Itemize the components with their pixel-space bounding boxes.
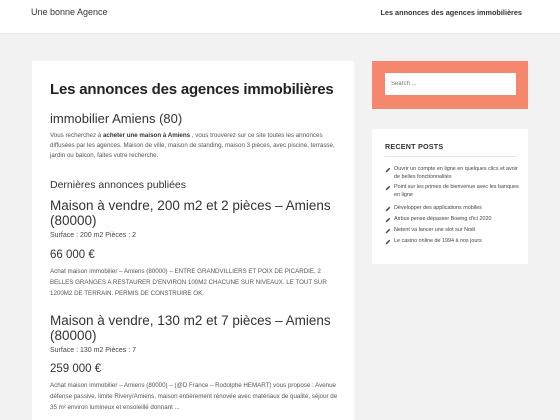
- recent-post-link[interactable]: Développer des applications mobiles: [385, 205, 519, 213]
- search-input[interactable]: [385, 73, 516, 95]
- recent-post-link[interactable]: Le casino online de 1994 à nos jours: [385, 238, 519, 246]
- pencil-icon: [385, 185, 391, 191]
- pencil-icon: [385, 239, 391, 245]
- listing-price: 259 000 €: [50, 363, 102, 375]
- divider: [385, 156, 516, 157]
- listing-description: Achat maison immobilier – Amiens (80000)…: [50, 382, 338, 411]
- intro-text-before: Vous recherchez à: [50, 132, 102, 139]
- recent-posts-heading: RECENT POSTS: [385, 142, 444, 151]
- pencil-icon: [385, 228, 391, 234]
- pencil-icon: [385, 217, 391, 223]
- search-widget: [372, 61, 528, 109]
- recent-post-label: Le casino online de 1994 à nos jours: [394, 238, 482, 244]
- listing-description: Achat maison immobilier – Amiens (80000)…: [50, 268, 327, 297]
- latest-listings-heading: Dernières annonces publiées: [50, 179, 187, 191]
- listing-price: 66 000 €: [50, 249, 95, 261]
- listing-surface: Surface : 200 m2 Pièces : 2: [50, 232, 136, 239]
- recent-post-label: Airbus pense dépasser Boeing d'ici 2020: [394, 216, 492, 222]
- pencil-icon: [385, 206, 391, 212]
- main-content: Les annonces des agences immobilières im…: [32, 61, 354, 420]
- listing-title[interactable]: Maison à vendre, 130 m2 et 7 pièces – Am…: [50, 313, 340, 343]
- intro-paragraph: Vous recherchez à acheter une maison à A…: [50, 131, 342, 161]
- site-title-link[interactable]: Une bonne Agence: [31, 7, 108, 17]
- nav-link-annonces[interactable]: Les annonces des agences immobilières: [380, 8, 522, 17]
- recent-post-link[interactable]: Ouvrir un compte en ligne en quelques cl…: [385, 166, 519, 181]
- city-heading: immobilier Amiens (80): [50, 111, 183, 126]
- recent-post-label: Point sur les primes de bienvenue avec l…: [394, 184, 519, 198]
- pencil-icon: [385, 167, 391, 173]
- recent-post-link[interactable]: Airbus pense dépasser Boeing d'ici 2020: [385, 216, 519, 224]
- recent-post-link[interactable]: Netent va lancer une slot sur Noël: [385, 227, 519, 235]
- recent-posts-widget: RECENT POSTS Ouvrir un compte en ligne e…: [372, 129, 528, 264]
- recent-post-link[interactable]: Point sur les primes de bienvenue avec l…: [385, 184, 519, 199]
- recent-post-label: Développer des applications mobiles: [394, 205, 482, 211]
- top-header: Une bonne Agence Les annonces des agence…: [0, 0, 560, 34]
- listing-surface: Surface : 130 m2 Pièces : 7: [50, 347, 136, 354]
- recent-post-label: Ouvrir un compte en ligne en quelques cl…: [394, 166, 518, 180]
- listing-title[interactable]: Maison à vendre, 200 m2 et 2 pièces – Am…: [50, 198, 340, 228]
- recent-post-label: Netent va lancer une slot sur Noël: [394, 227, 476, 233]
- intro-bold-keyword: acheter une maison à Amiens: [102, 132, 191, 139]
- page-title: Les annonces des agences immobilières: [50, 81, 334, 98]
